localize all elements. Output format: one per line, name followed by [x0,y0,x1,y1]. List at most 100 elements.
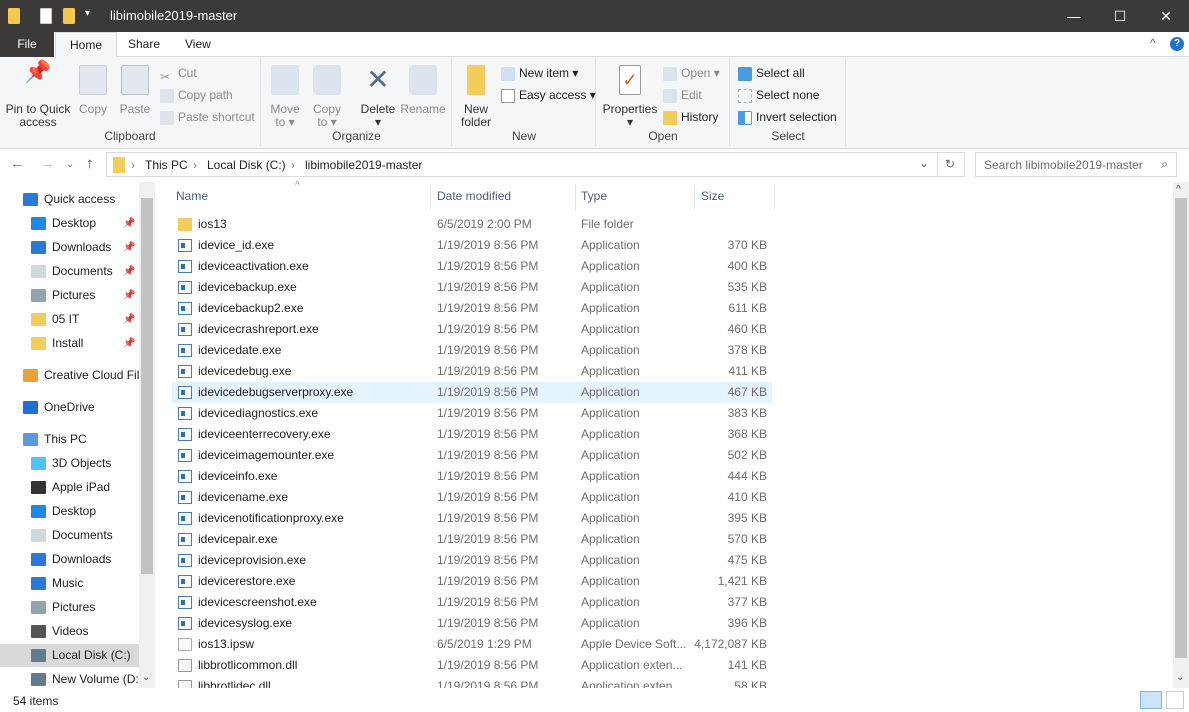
sidebar-item[interactable]: Documents 📌 [0,260,139,283]
sidebar-item[interactable]: Local Disk (C:) [0,644,139,667]
copy-to-button[interactable]: Copy to ▾ [310,65,344,129]
sidebar-item[interactable]: OneDrive [0,396,139,419]
maximize-button[interactable]: ☐ [1097,0,1143,32]
scroll-down-icon[interactable]: ⌄ [142,672,150,683]
file-row[interactable]: ideviceimagemounter.exe 1/19/2019 8:56 PM… [172,445,772,466]
column-type[interactable]: Type [581,189,607,203]
sidebar-item[interactable]: New Volume (D:) [0,668,139,688]
file-row[interactable]: idevicenotificationproxy.exe 1/19/2019 8:… [172,508,772,529]
new-folder-icon[interactable] [63,8,75,24]
tab-share[interactable]: Share [114,32,174,57]
new-folder-button[interactable]: New folder [459,65,493,129]
copy-path-button[interactable]: Copy path [160,85,255,105]
file-row[interactable]: idevicedate.exe 1/19/2019 8:56 PM Applicat… [172,340,772,361]
file-row[interactable]: ideviceprovision.exe 1/19/2019 8:56 PM App… [172,550,772,571]
close-button[interactable]: ✕ [1143,0,1189,32]
sidebar-item[interactable]: Desktop 📌 [0,212,139,235]
up-button[interactable]: ↑ [86,155,94,172]
breadcrumb-current-folder[interactable]: libimobile2019-master [305,158,422,172]
sidebar-item[interactable]: 3D Objects [0,452,139,475]
column-date-modified[interactable]: Date modified [437,189,511,203]
forward-button[interactable]: → [40,155,55,172]
delete-button[interactable]: ✕ Delete ▾ [358,65,398,129]
scroll-up-icon[interactable]: ^ [1176,184,1181,195]
file-row[interactable]: idevicediagnostics.exe 1/19/2019 8:56 PM A… [172,403,772,424]
sidebar-item[interactable]: This PC [0,428,139,451]
easy-access-button[interactable]: Easy access ▾ [501,85,596,105]
sidebar-item[interactable]: Install 📌 [0,332,139,355]
sidebar-item[interactable]: Downloads [0,548,139,571]
rename-button[interactable]: Rename [400,65,446,116]
sidebar-item[interactable]: Creative Cloud Files [0,364,139,387]
address-bar[interactable]: › This PC › Local Disk (C:) › libimobile… [106,152,965,177]
column-divider[interactable] [575,184,576,210]
file-row[interactable]: ideviceenterrecovery.exe 1/19/2019 8:56 P… [172,424,772,445]
file-row[interactable]: idevicerestore.exe 1/19/2019 8:56 PM Appli… [172,571,772,592]
column-divider[interactable] [774,184,775,210]
file-row[interactable]: idevicesyslog.exe 1/19/2019 8:56 PM Applic… [172,613,772,634]
file-row[interactable]: idevicedebugserverproxy.exe 1/19/2019 8:5… [172,382,772,403]
recent-locations-chevron-icon[interactable]: ⌄ [66,159,74,170]
scrollbar-thumb[interactable] [1175,198,1187,658]
select-none-button[interactable]: Select none [738,85,837,105]
column-size[interactable]: Size [701,189,724,203]
column-divider[interactable] [694,184,695,210]
history-button[interactable]: History [663,107,720,127]
paste-button[interactable]: Paste [118,65,152,116]
edit-button[interactable]: Edit [663,85,720,105]
copy-button[interactable]: Copy [76,65,110,116]
file-row[interactable]: idevicecrashreport.exe 1/19/2019 8:56 PM A… [172,319,772,340]
file-row[interactable]: idevicebackup2.exe 1/19/2019 8:56 PM Appli… [172,298,772,319]
minimize-button[interactable]: — [1051,0,1097,32]
new-item-button[interactable]: New item ▾ [501,63,596,83]
breadcrumb-separator[interactable]: › [131,158,135,172]
pin-to-quick-access-button[interactable]: 📌 Pin to Quick access [4,61,72,129]
properties-button[interactable]: ✓ Properties ▾ [601,65,659,129]
column-name[interactable]: Name [176,189,208,203]
cut-button[interactable]: ✂ Cut [160,63,255,84]
sidebar-item[interactable]: Pictures 📌 [0,284,139,307]
file-row[interactable]: idevicepair.exe 1/19/2019 8:56 PM Applicat… [172,529,772,550]
details-view-button[interactable] [1140,691,1162,709]
file-row[interactable]: idevicename.exe 1/19/2019 8:56 PM Applicat… [172,487,772,508]
breadcrumb-this-pc[interactable]: This PC [145,158,188,172]
invert-selection-button[interactable]: Invert selection [738,107,837,127]
sidebar-item[interactable]: Quick access [0,188,139,211]
file-row[interactable]: libbrotlicommon.dll 1/19/2019 8:56 PM Appl… [172,655,772,676]
file-row[interactable]: ideviceactivation.exe 1/19/2019 8:56 PM Ap… [172,256,772,277]
breadcrumb-local-disk[interactable]: Local Disk (C:) [207,158,286,172]
file-row[interactable]: idevice_id.exe 1/19/2019 8:56 PM Applicati… [172,235,772,256]
address-dropdown-icon[interactable]: ⌄ [919,156,929,170]
properties-icon[interactable] [40,8,52,24]
sidebar-item[interactable]: Desktop [0,500,139,523]
sidebar-item[interactable]: Music [0,572,139,595]
scroll-down-icon[interactable]: ⌄ [1176,672,1184,683]
customize-toolbar-chevron-icon[interactable]: ▾ [85,8,90,19]
navigation-scrollbar[interactable]: ⌄ [139,182,155,688]
sidebar-item[interactable]: 05 IT 📌 [0,308,139,331]
large-icons-view-button[interactable] [1166,691,1184,709]
scrollbar-thumb[interactable] [141,198,153,574]
breadcrumb-separator[interactable]: › [193,158,197,172]
sidebar-item[interactable]: Videos [0,620,139,643]
tab-view[interactable]: View [171,32,225,57]
file-row[interactable]: ideviceinfo.exe 1/19/2019 8:56 PM Applicat… [172,466,772,487]
file-row[interactable]: idevicescreenshot.exe 1/19/2019 8:56 PM Ap… [172,592,772,613]
collapse-ribbon-icon[interactable]: ^ [1150,36,1156,50]
back-button[interactable]: ← [10,155,25,172]
sidebar-item[interactable]: Apple iPad [0,476,139,499]
sidebar-item[interactable]: Downloads 📌 [0,236,139,259]
search-input[interactable]: Search libimobile2019-master ⌕ [975,152,1177,177]
file-row[interactable]: libbrotlidec.dll 1/19/2019 8:56 PM Applica… [172,676,772,688]
tab-file[interactable]: File [0,32,54,57]
refresh-icon[interactable]: ↻ [945,157,955,171]
paste-shortcut-button[interactable]: Paste shortcut [160,107,255,127]
sidebar-item[interactable]: Pictures [0,596,139,619]
breadcrumb-separator[interactable]: › [291,158,295,172]
file-row[interactable]: ios13.ipsw 6/5/2019 1:29 PM Apple Device S… [172,634,772,655]
file-row[interactable]: ios13 6/5/2019 2:00 PM File folder [172,214,772,235]
column-divider[interactable] [430,184,431,210]
open-button[interactable]: Open ▾ [663,63,720,83]
help-icon[interactable]: ? [1170,37,1184,51]
sidebar-item[interactable]: Documents [0,524,139,547]
